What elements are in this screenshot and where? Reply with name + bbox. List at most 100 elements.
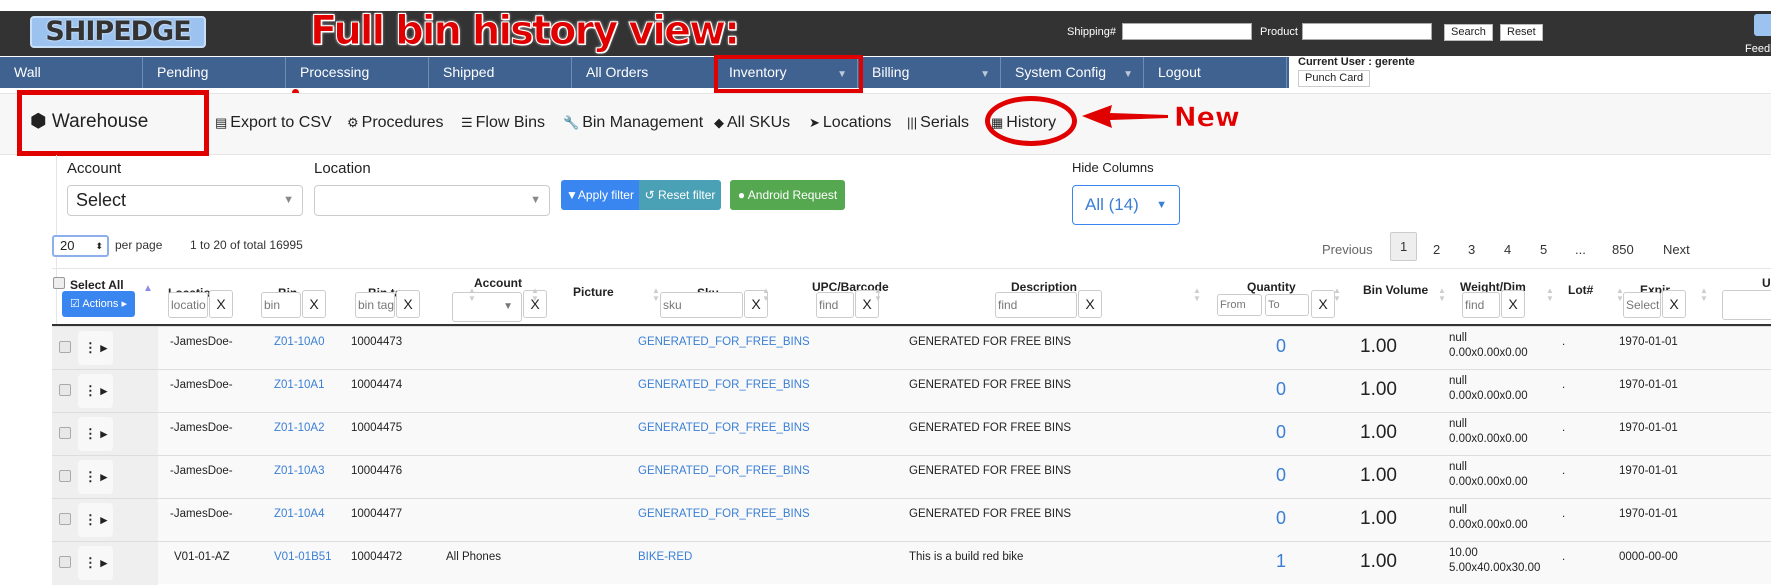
feedback-link[interactable]: Feedb: [1745, 43, 1771, 55]
sort-icon[interactable]: ▲ ▼: [762, 287, 770, 303]
location-select[interactable]: ▼: [314, 185, 550, 216]
column-header-bin-volume[interactable]: Bin Volume: [1363, 283, 1428, 297]
row-actions-button[interactable]: ⋮ ▸: [78, 460, 113, 494]
row-checkbox[interactable]: [59, 513, 71, 525]
page-4[interactable]: 4: [1504, 242, 1511, 257]
location-clear-button[interactable]: X: [209, 290, 233, 318]
row-actions-button[interactable]: ⋮ ▸: [78, 374, 113, 408]
toolbar-history[interactable]: ▦ History: [991, 114, 1056, 132]
nav-item-system-config[interactable]: System Config ▼: [1001, 57, 1144, 88]
nav-item-shipped[interactable]: Shipped: [429, 57, 572, 88]
toolbar-locations[interactable]: ➤ Locations: [809, 114, 891, 132]
sort-asc-icon[interactable]: ▲: [143, 283, 153, 294]
search-button[interactable]: Search: [1444, 24, 1493, 41]
sort-icon[interactable]: ▲ ▼: [468, 287, 476, 303]
cell-sku[interactable]: BIKE-RED: [638, 551, 692, 563]
cell-sku[interactable]: GENERATED_FOR_FREE_BINS: [638, 508, 810, 520]
u-filter-input[interactable]: [1722, 290, 1771, 320]
sort-icon[interactable]: ▲ ▼: [1333, 287, 1341, 303]
feedback-icon[interactable]: [1754, 14, 1771, 36]
sort-icon[interactable]: ▲ ▼: [1193, 287, 1201, 303]
sort-icon[interactable]: ▲ ▼: [1700, 287, 1708, 303]
upc-filter-input[interactable]: find: [816, 292, 854, 318]
cell-bin[interactable]: Z01-10A4: [274, 508, 325, 520]
cell-sku[interactable]: GENERATED_FOR_FREE_BINS: [638, 336, 810, 348]
expir-filter-input[interactable]: Select: [1623, 292, 1661, 318]
location-filter-input[interactable]: locatio: [168, 292, 208, 318]
sort-icon[interactable]: ▲ ▼: [1546, 287, 1554, 303]
quantity-from-input[interactable]: From: [1217, 294, 1262, 316]
cell-sku[interactable]: GENERATED_FOR_FREE_BINS: [638, 379, 810, 391]
reset-filter-button[interactable]: ↺ Reset filter: [639, 180, 721, 210]
punch-card-button[interactable]: Punch Card: [1298, 70, 1371, 87]
cell-bin[interactable]: Z01-10A3: [274, 465, 325, 477]
reset-button[interactable]: Reset: [1500, 24, 1543, 41]
cell-quantity[interactable]: 0: [1276, 508, 1286, 529]
cell-quantity[interactable]: 1: [1276, 551, 1286, 572]
description-clear-button[interactable]: X: [1078, 290, 1102, 318]
quantity-clear-button[interactable]: X: [1311, 290, 1335, 318]
nav-item-logout[interactable]: Logout: [1144, 57, 1287, 88]
per-page-select[interactable]: 20 ⬍: [52, 235, 109, 257]
expir-clear-button[interactable]: X: [1662, 290, 1686, 318]
android-request-button[interactable]: ● Android Request: [730, 180, 845, 210]
shipping-input[interactable]: [1122, 23, 1252, 40]
toolbar-procedures[interactable]: ⚙ Procedures: [347, 114, 443, 132]
toolbar-bin-management[interactable]: 🔧 Bin Management: [563, 114, 703, 132]
toolbar-serials[interactable]: ||| Serials: [907, 114, 969, 132]
row-actions-button[interactable]: ⋮ ▸: [78, 417, 113, 451]
sort-icon[interactable]: ▲ ▼: [1438, 287, 1446, 303]
account-filter-input[interactable]: ▼: [452, 292, 522, 322]
row-actions-button[interactable]: ⋮ ▸: [78, 503, 113, 537]
apply-filter-button[interactable]: ▼Apply filter: [561, 180, 639, 210]
actions-button[interactable]: ☑ Actions ▸: [62, 291, 135, 317]
column-header-account[interactable]: Account: [474, 276, 522, 290]
shipedge-logo[interactable]: SHIPEDGE: [30, 16, 206, 48]
pagination-next[interactable]: Next: [1663, 242, 1690, 257]
account-select[interactable]: Select ▼: [67, 185, 303, 216]
row-checkbox[interactable]: [59, 427, 71, 439]
nav-item-processing[interactable]: Processing: [286, 57, 429, 88]
toolbar-flow-bins[interactable]: ☰ Flow Bins: [461, 114, 545, 132]
toolbar-all-skus[interactable]: ◆ All SKUs: [714, 114, 790, 132]
sort-icon[interactable]: ▲ ▼: [652, 287, 660, 303]
page-3[interactable]: 3: [1468, 242, 1475, 257]
pagination-previous[interactable]: Previous: [1322, 242, 1373, 257]
bin-clear-button[interactable]: X: [302, 290, 326, 318]
column-header-u[interactable]: U: [1762, 276, 1771, 290]
bin-filter-input[interactable]: bin: [261, 292, 301, 318]
row-checkbox[interactable]: [59, 384, 71, 396]
weight-clear-button[interactable]: X: [1501, 290, 1525, 318]
bin-tag-clear-button[interactable]: X: [396, 290, 420, 318]
cell-sku[interactable]: GENERATED_FOR_FREE_BINS: [638, 465, 810, 477]
nav-item-all-orders[interactable]: All Orders: [572, 57, 715, 88]
row-checkbox[interactable]: [59, 341, 71, 353]
row-checkbox[interactable]: [59, 470, 71, 482]
page-5[interactable]: 5: [1540, 242, 1547, 257]
row-actions-button[interactable]: ⋮ ▸: [78, 546, 113, 580]
cell-bin[interactable]: V01-01B51: [274, 551, 332, 563]
sku-filter-input[interactable]: sku: [660, 292, 743, 318]
toolbar-export-to-csv[interactable]: ▤ Export to CSV: [215, 114, 332, 132]
nav-item-pending[interactable]: Pending: [143, 57, 286, 88]
cell-quantity[interactable]: 0: [1276, 422, 1286, 443]
select-all-checkbox[interactable]: [53, 277, 65, 289]
cell-quantity[interactable]: 0: [1276, 379, 1286, 400]
row-actions-button[interactable]: ⋮ ▸: [78, 331, 113, 365]
cell-bin[interactable]: Z01-10A2: [274, 422, 325, 434]
cell-bin[interactable]: Z01-10A1: [274, 379, 325, 391]
bin-tag-filter-input[interactable]: bin tag: [355, 292, 395, 318]
column-header-quantity[interactable]: Quantity: [1247, 280, 1296, 294]
hide-columns-dropdown[interactable]: All (14) ▼: [1072, 185, 1180, 225]
cell-quantity[interactable]: 0: [1276, 465, 1286, 486]
product-input[interactable]: [1302, 23, 1432, 40]
page-1[interactable]: 1: [1390, 232, 1418, 261]
nav-item-wall[interactable]: Wall: [0, 57, 143, 88]
cell-sku[interactable]: GENERATED_FOR_FREE_BINS: [638, 422, 810, 434]
row-checkbox[interactable]: [59, 556, 71, 568]
column-header-lot[interactable]: Lot#: [1568, 283, 1593, 297]
nav-item-billing[interactable]: Billing ▼: [858, 57, 1001, 88]
cell-bin[interactable]: Z01-10A0: [274, 336, 325, 348]
quantity-to-input[interactable]: To: [1265, 294, 1309, 316]
sort-icon[interactable]: ▲ ▼: [874, 287, 882, 303]
